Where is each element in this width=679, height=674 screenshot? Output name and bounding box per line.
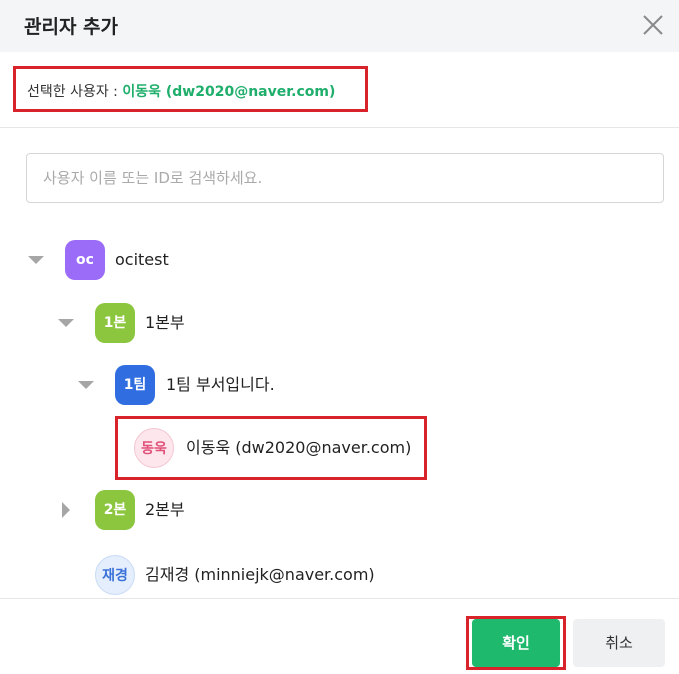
division1-badge: 1본 xyxy=(95,303,135,343)
tree-node-team1[interactable]: 1팀 1팀 부서입니다. xyxy=(0,365,679,405)
user-label: 이동욱 (dw2020@naver.com) xyxy=(186,438,412,457)
add-admin-dialog: 관리자 추가 선택한 사용자 : 이동욱 (dw2020@naver.com) … xyxy=(0,0,679,674)
division2-label: 2본부 xyxy=(145,500,185,519)
caret-down-icon[interactable] xyxy=(56,313,76,333)
user2-label: 김재경 (minniejk@naver.com) xyxy=(145,565,375,584)
team1-label: 1팀 부서입니다. xyxy=(166,375,275,394)
tree-node-org[interactable]: oc ocitest xyxy=(0,240,679,280)
user2-avatar: 재경 xyxy=(95,555,135,595)
tree-node-division1[interactable]: 1본 1본부 xyxy=(0,303,679,343)
division1-label: 1본부 xyxy=(145,313,185,332)
search-box[interactable] xyxy=(26,153,664,203)
tree-node-user-selected[interactable]: 동욱 이동욱 (dw2020@naver.com) xyxy=(134,428,424,468)
cancel-button[interactable]: 취소 xyxy=(573,619,665,667)
caret-down-icon[interactable] xyxy=(76,375,96,395)
tree-node-division2[interactable]: 2본 2본부 xyxy=(0,490,679,530)
selected-user-value: 이동욱 (dw2020@naver.com) xyxy=(122,84,336,100)
dialog-title: 관리자 추가 xyxy=(24,16,119,38)
user-avatar: 동욱 xyxy=(134,428,174,468)
org-badge: oc xyxy=(65,240,105,280)
org-label: ocitest xyxy=(115,250,169,269)
selected-user-row: 선택한 사용자 : 이동욱 (dw2020@naver.com) xyxy=(0,52,679,128)
confirm-button[interactable]: 확인 xyxy=(472,619,560,667)
caret-right-icon[interactable] xyxy=(56,500,76,520)
selected-user-text: 선택한 사용자 : 이동욱 (dw2020@naver.com) xyxy=(27,81,335,101)
team1-badge: 1팀 xyxy=(115,365,155,405)
close-icon[interactable] xyxy=(640,12,666,38)
selected-user-label: 선택한 사용자 : xyxy=(27,84,118,100)
tree-node-user2[interactable]: 재경 김재경 (minniejk@naver.com) xyxy=(95,555,435,595)
caret-down-icon[interactable] xyxy=(26,250,46,270)
search-input[interactable] xyxy=(43,154,643,202)
division2-badge: 2본 xyxy=(95,490,135,530)
dialog-header: 관리자 추가 xyxy=(0,0,679,52)
